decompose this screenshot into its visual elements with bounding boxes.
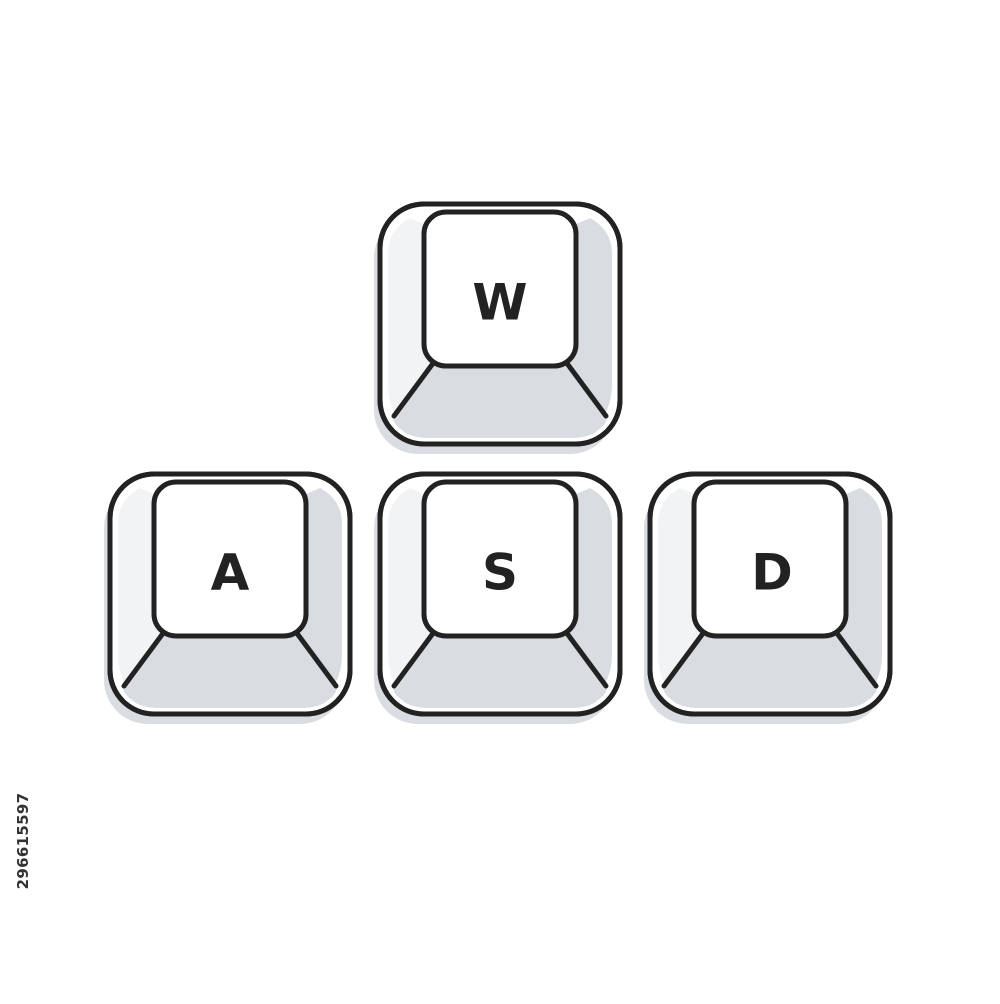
- key-label-a: A: [211, 544, 250, 602]
- keycap-d[interactable]: D: [644, 474, 890, 724]
- keycap-w[interactable]: W: [374, 204, 620, 454]
- stock-id-label: 296615597: [4, 766, 42, 916]
- keycap-s[interactable]: S: [374, 474, 620, 724]
- keycaps-graphic: W A S D: [0, 0, 1000, 1000]
- key-label-s: S: [482, 544, 518, 602]
- wasd-keys-illustration: W A S D 296615597: [0, 0, 1000, 1000]
- stock-id-text: 296615597: [14, 792, 32, 890]
- keycap-a[interactable]: A: [104, 474, 350, 724]
- key-label-w: W: [472, 274, 527, 332]
- key-label-d: D: [751, 544, 793, 602]
